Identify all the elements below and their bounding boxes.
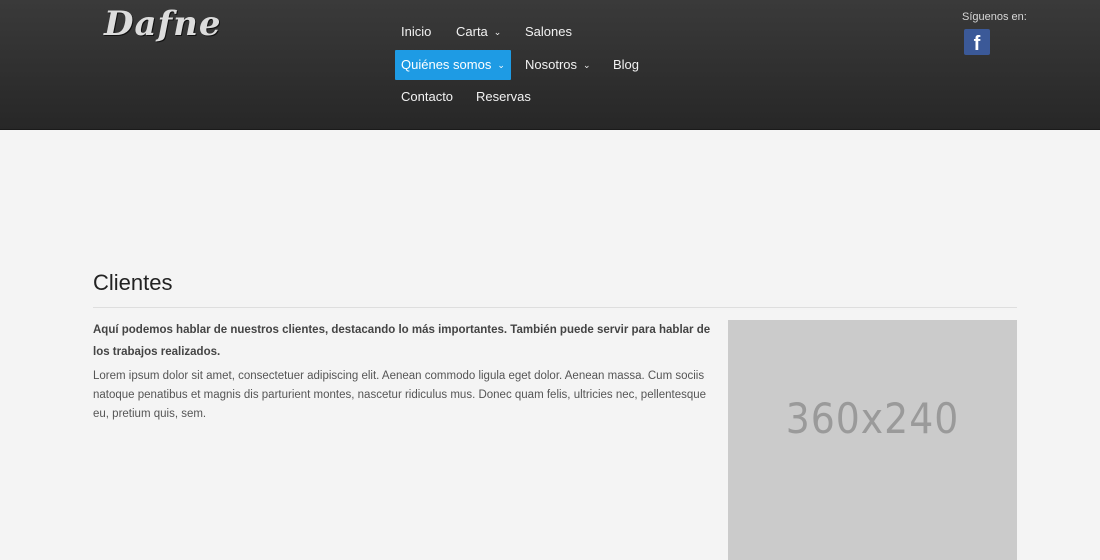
lead-paragraph: Aquí podemos hablar de nuestros clientes… bbox=[93, 324, 711, 358]
chevron-down-icon: ⌄ bbox=[583, 60, 591, 70]
divider bbox=[93, 307, 1017, 308]
nav-item-reservas[interactable]: Reservas bbox=[476, 82, 531, 112]
body-paragraph: Lorem ipsum dolor sit amet, consectetuer… bbox=[93, 370, 707, 420]
nav-item-salones[interactable]: Salones bbox=[525, 17, 572, 47]
social-label: Síguenos en: bbox=[962, 11, 1027, 23]
nav-item-carta[interactable]: Carta ⌄ bbox=[456, 17, 501, 47]
facebook-icon[interactable]: f bbox=[964, 29, 990, 55]
nav-item-label: Blog bbox=[613, 57, 640, 72]
image-placeholder-label: 360x240 bbox=[785, 394, 960, 443]
nav-item-label: Salones bbox=[525, 24, 572, 39]
chevron-down-icon: ⌄ bbox=[493, 27, 502, 37]
nav-item-quienes-somos[interactable]: Quiénes somos ⌄ bbox=[395, 50, 511, 80]
page-title: Clientes bbox=[93, 270, 173, 295]
nav-item-label: Reservas bbox=[476, 89, 531, 104]
nav-item-blog[interactable]: Blog bbox=[613, 50, 639, 80]
chevron-down-icon: ⌄ bbox=[497, 60, 505, 70]
nav-item-inicio[interactable]: Inicio bbox=[401, 17, 431, 47]
nav-item-contacto[interactable]: Contacto bbox=[401, 82, 453, 112]
image-placeholder: 360x240 bbox=[728, 320, 1017, 560]
nav-item-label: Inicio bbox=[401, 24, 432, 39]
site-logo[interactable]: Dafne bbox=[104, 4, 222, 44]
nav-item-label: Quiénes somos bbox=[401, 57, 492, 72]
nav-item-label: Carta bbox=[456, 24, 488, 39]
nav-item-nosotros[interactable]: Nosotros ⌄ bbox=[525, 50, 591, 80]
nav-item-label: Contacto bbox=[401, 89, 454, 104]
site-header: Dafne Inicio Carta ⌄ Salones Quiénes somo… bbox=[0, 0, 1100, 130]
nav-item-label: Nosotros bbox=[525, 57, 578, 72]
